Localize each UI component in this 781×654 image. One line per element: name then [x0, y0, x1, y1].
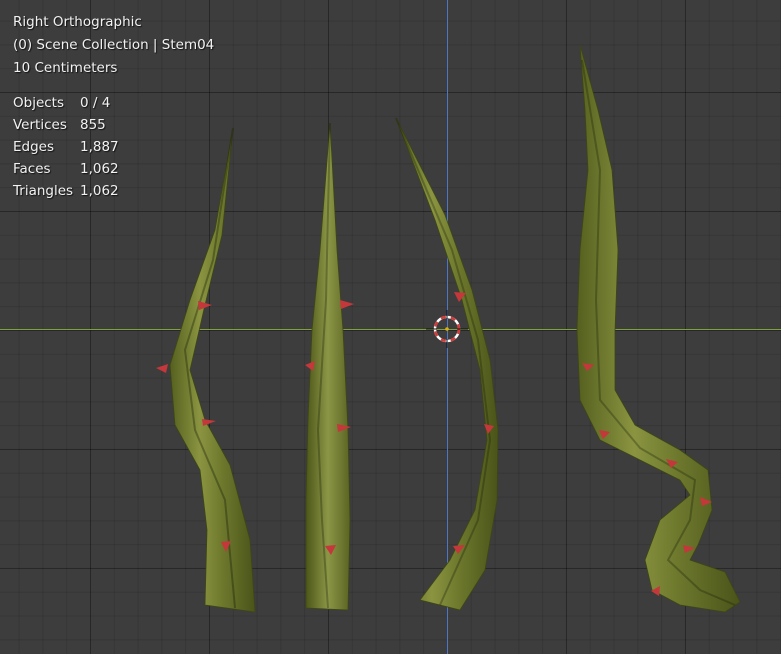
stat-label: Triangles — [13, 183, 74, 199]
view-projection-label: Right Orthographic — [13, 14, 142, 30]
stat-label: Vertices — [13, 117, 67, 133]
thorn — [156, 364, 168, 373]
3d-viewport[interactable]: Right Orthographic (0) Scene Collection … — [0, 0, 781, 654]
thorn — [340, 300, 354, 309]
stat-label: Faces — [13, 161, 51, 177]
stat-row-faces: Faces 1,062 — [13, 158, 119, 180]
stat-label: Edges — [13, 139, 55, 155]
stem-2[interactable] — [305, 122, 354, 611]
stat-row-objects: Objects 0 / 4 — [13, 92, 119, 114]
stem-1[interactable] — [156, 127, 256, 613]
stat-value: 1,887 — [80, 139, 119, 155]
thorn — [202, 419, 216, 426]
collection-label: (0) Scene Collection | Stem04 — [13, 37, 215, 53]
stat-value: 1,062 — [80, 161, 119, 177]
stat-value: 1,062 — [80, 183, 119, 199]
3d-cursor-icon[interactable] — [426, 310, 468, 348]
viewport-info: Right Orthographic (0) Scene Collection … — [13, 11, 214, 80]
stat-row-edges: Edges 1,887 — [13, 136, 119, 158]
stat-row-triangles: Triangles 1,062 — [13, 180, 119, 202]
stat-value: 855 — [80, 117, 106, 133]
stem-3[interactable] — [395, 117, 499, 611]
scene-statistics: Objects 0 / 4 Vertices 855 Edges 1,887 F… — [13, 92, 119, 202]
stem-4[interactable] — [576, 44, 741, 613]
stat-value: 0 / 4 — [80, 95, 111, 111]
stat-label: Objects — [13, 95, 65, 111]
stat-row-vertices: Vertices 855 — [13, 114, 119, 136]
grid-scale-label: 10 Centimeters — [13, 60, 118, 76]
